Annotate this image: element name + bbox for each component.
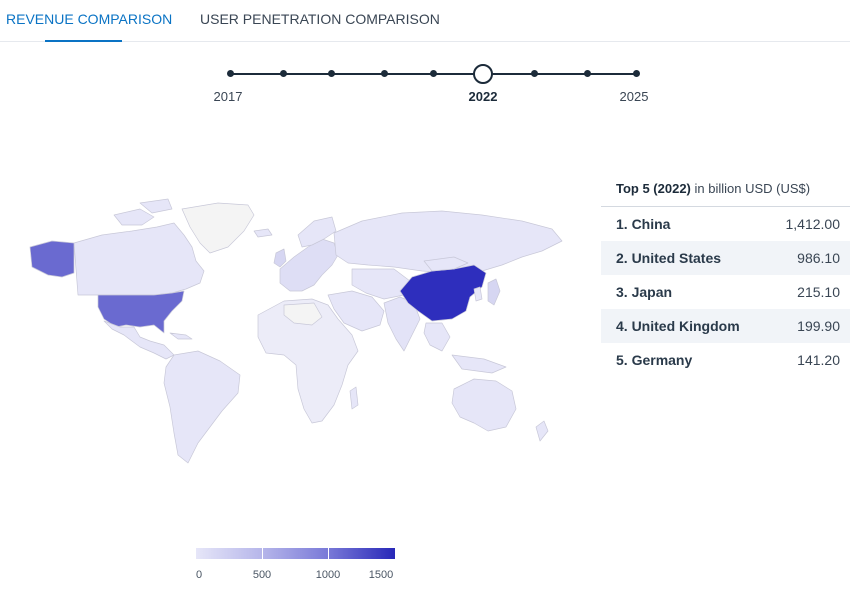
map-region-australia[interactable] xyxy=(451,378,517,432)
ranking-row[interactable]: 5. Germany 141.20 xyxy=(601,343,850,377)
timeline-point-2018[interactable] xyxy=(280,70,287,77)
timeline-point-2020[interactable] xyxy=(381,70,388,77)
timeline-selected-handle[interactable] xyxy=(473,64,493,84)
ranking-value: 1,412.00 xyxy=(785,216,841,232)
tab-user-penetration-comparison[interactable]: USER PENETRATION COMPARISON xyxy=(200,11,440,27)
ranking-country: 4. United Kingdom xyxy=(616,318,740,334)
tab-bar: REVENUE COMPARISON USER PENETRATION COMP… xyxy=(0,0,850,42)
map-region-greenland[interactable] xyxy=(181,202,255,254)
map-region-madagascar[interactable] xyxy=(349,386,359,410)
map-region-new-zealand[interactable] xyxy=(535,420,549,442)
timeline-point-2019[interactable] xyxy=(328,70,335,77)
tab-revenue-comparison[interactable]: REVENUE COMPARISON xyxy=(6,11,172,27)
map-region-iceland[interactable] xyxy=(253,228,273,238)
ranking-row[interactable]: 3. Japan 215.10 xyxy=(601,275,850,309)
timeline-point-2023[interactable] xyxy=(531,70,538,77)
world-choropleth-map xyxy=(29,198,563,464)
timeline-point-2021[interactable] xyxy=(430,70,437,77)
ranking-value: 986.10 xyxy=(797,250,840,266)
map-region-caribbean[interactable] xyxy=(169,332,193,340)
legend-tick-label: 1000 xyxy=(315,569,341,581)
ranking-header: Top 5 (2022) in billion USD (US$) xyxy=(601,172,850,207)
timeline-point-2024[interactable] xyxy=(584,70,591,77)
ranking-country: 1. China xyxy=(616,216,671,232)
active-tab-indicator xyxy=(45,40,122,42)
ranking-value: 199.90 xyxy=(797,318,840,334)
legend-separator xyxy=(262,548,263,559)
map-region-southeast-asia[interactable] xyxy=(423,322,507,374)
map-region-europe[interactable] xyxy=(279,238,339,292)
ranking-row[interactable]: 2. United States 986.10 xyxy=(601,241,850,275)
timeline-label-end[interactable]: 2025 xyxy=(609,89,659,104)
map-region-korea[interactable] xyxy=(473,286,483,302)
timeline-point-2025[interactable] xyxy=(633,70,640,77)
ranking-subtitle: in billion USD (US$) xyxy=(690,181,811,196)
ranking-row[interactable]: 4. United Kingdom 199.90 xyxy=(601,309,850,343)
top5-ranking-panel: Top 5 (2022) in billion USD (US$) 1. Chi… xyxy=(601,172,850,377)
ranking-row[interactable]: 1. China 1,412.00 xyxy=(601,207,850,241)
timeline-label-start[interactable]: 2017 xyxy=(203,89,253,104)
map-region-canada[interactable] xyxy=(73,222,205,296)
legend-gradient-bar xyxy=(196,548,395,559)
ranking-country: 3. Japan xyxy=(616,284,673,300)
map-region-alaska[interactable] xyxy=(29,240,75,278)
color-scale-legend: 0 500 1000 1500 xyxy=(196,548,396,588)
ranking-list: 1. China 1,412.00 2. United States 986.1… xyxy=(601,207,850,377)
map-region-south-america[interactable] xyxy=(163,350,241,464)
map-region-canada-islands[interactable] xyxy=(113,198,173,226)
map-region-united-kingdom[interactable] xyxy=(273,248,287,268)
ranking-value: 141.20 xyxy=(797,352,840,368)
map-region-japan[interactable] xyxy=(487,278,501,306)
legend-tick-label: 500 xyxy=(252,569,272,581)
year-timeline: 2017 2022 2025 xyxy=(0,55,850,115)
timeline-label-selected[interactable]: 2022 xyxy=(458,89,508,104)
ranking-value: 215.10 xyxy=(797,284,840,300)
legend-separator xyxy=(328,548,329,559)
ranking-country: 2. United States xyxy=(616,250,722,266)
legend-tick-label: 0 xyxy=(195,569,203,581)
timeline-point-2017[interactable] xyxy=(227,70,234,77)
ranking-country: 5. Germany xyxy=(616,352,693,368)
legend-tick-label: 1500 xyxy=(368,569,394,581)
ranking-title: Top 5 (2022) xyxy=(616,181,691,196)
